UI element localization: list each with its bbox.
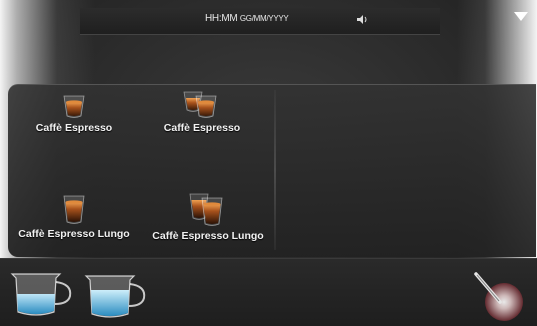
double-lungo-cup-icon (189, 193, 223, 226)
product-label: Caffè Espresso Lungo (18, 228, 130, 240)
milk-jug-icon[interactable] (6, 268, 76, 320)
product-label: Caffè Espresso (163, 122, 241, 134)
product-caffe-espresso-lungo[interactable]: Caffè Espresso Lungo (4, 192, 144, 240)
clock-text: HH:MM (205, 13, 238, 24)
product-caffe-espresso[interactable]: Caffè Espresso (24, 90, 124, 134)
clock-date: HH:MM GG/MM/YYYY (205, 13, 289, 24)
date-text: GG/MM/YYYY (239, 14, 289, 23)
lungo-cup-icon (63, 195, 85, 224)
product-label: Caffè Espresso (35, 122, 113, 134)
speaker-icon[interactable] (357, 15, 369, 24)
double-espresso-cup-icon (183, 91, 217, 118)
product-caffe-espresso-lungo-double[interactable]: Caffè Espresso Lungo (138, 192, 278, 242)
steam-wand-icon[interactable] (470, 272, 528, 322)
product-caffe-espresso-double[interactable]: Caffè Espresso (152, 88, 252, 134)
chevron-down-icon[interactable] (514, 12, 528, 22)
product-label: Caffè Espresso Lungo (152, 230, 264, 242)
coffee-machine-screen: HH:MM GG/MM/YYYY Caffè Espresso Caffè Es… (0, 0, 537, 326)
espresso-cup-icon (63, 95, 85, 118)
milk-jug-icon[interactable] (80, 272, 150, 322)
